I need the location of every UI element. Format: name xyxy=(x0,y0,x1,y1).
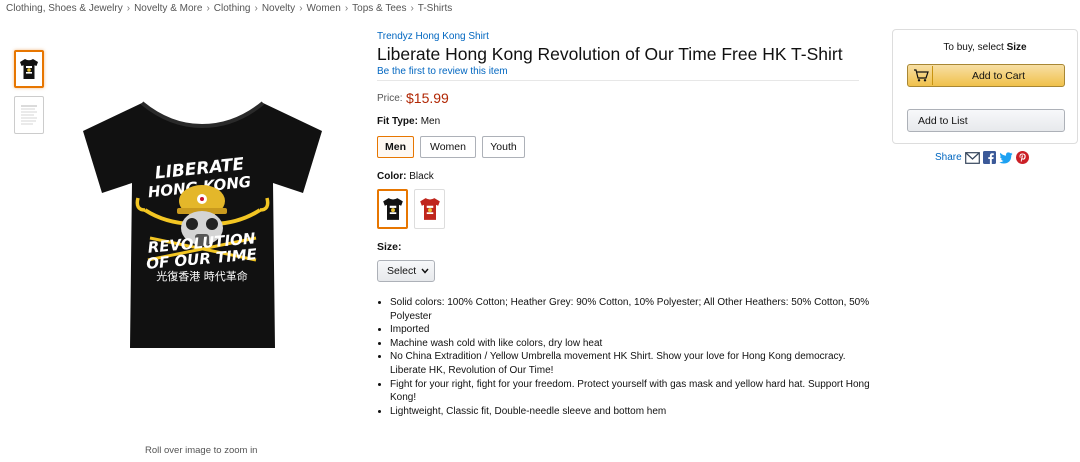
breadcrumb-item[interactable]: Novelty xyxy=(262,3,295,14)
breadcrumb-item[interactable]: Tops & Tees xyxy=(352,3,406,14)
fit-type-label: Fit Type: Men xyxy=(377,116,440,127)
feature-bullet: Imported xyxy=(390,323,878,337)
breadcrumb-separator: › xyxy=(206,3,210,14)
black-tshirt-thumb[interactable] xyxy=(14,50,44,88)
breadcrumb-item[interactable]: Clothing xyxy=(214,3,251,14)
breadcrumb: Clothing, Shoes & Jewelry › Novelty & More… xyxy=(6,3,452,14)
breadcrumb-item[interactable]: Clothing, Shoes & Jewelry xyxy=(6,3,123,14)
email-icon[interactable] xyxy=(964,151,980,164)
feature-bullets: Solid colors: 100% Cotton; Heather Grey:… xyxy=(377,296,878,418)
feature-bullet: Machine wash cold with like colors, dry … xyxy=(390,337,878,351)
feature-bullet: Lightweight, Classic fit, Double-needle … xyxy=(390,405,878,419)
fit-option-youth[interactable]: Youth xyxy=(482,136,525,158)
divider xyxy=(377,80,859,81)
fit-type-heading: Fit Type: xyxy=(377,116,418,127)
color-heading: Color: xyxy=(377,171,407,182)
price-label: Price: xyxy=(377,93,403,104)
share-label: Share xyxy=(935,152,962,163)
breadcrumb-separator: › xyxy=(344,3,349,14)
fit-option-men[interactable]: Men xyxy=(377,136,414,158)
breadcrumb-item[interactable]: Novelty & More xyxy=(134,3,202,14)
add-to-cart-button[interactable]: Add to Cart xyxy=(907,64,1065,87)
add-to-cart-label: Add to Cart xyxy=(971,69,1026,82)
main-product-image[interactable]: LIBERATE HONG KONG REVOLUTION OF OUR TIM… xyxy=(80,98,325,353)
tshirt-thumb-icon xyxy=(20,59,38,79)
product-title: Liberate Hong Kong Revolution of Our Tim… xyxy=(377,44,843,64)
breadcrumb-separator: › xyxy=(410,3,414,14)
size-dropdown[interactable]: Select xyxy=(377,260,435,282)
red-tshirt-icon xyxy=(419,198,440,220)
fit-option-women[interactable]: Women xyxy=(420,136,476,158)
cart-icon xyxy=(910,66,933,85)
breadcrumb-item[interactable]: Women xyxy=(307,3,341,14)
color-label: Color: Black xyxy=(377,171,434,182)
breadcrumb-item[interactable]: T-Shirts xyxy=(418,3,452,14)
pinterest-icon[interactable] xyxy=(1015,151,1029,164)
price-value: $15.99 xyxy=(406,90,449,106)
size-label: Size: xyxy=(377,241,402,253)
brand-link[interactable]: Trendyz Hong Kong Shirt xyxy=(377,31,489,42)
size-dropdown-value: Select xyxy=(387,265,417,277)
color-value: Black xyxy=(409,171,434,182)
chevron-down-icon xyxy=(421,266,429,276)
zoom-hint: Roll over image to zoom in xyxy=(145,445,258,456)
buy-prompt: To buy, select Size xyxy=(893,42,1077,53)
breadcrumb-separator: › xyxy=(299,3,303,14)
buy-box: To buy, select Size Add to Cart Add to L… xyxy=(892,29,1078,144)
black-tshirt-icon xyxy=(382,198,403,220)
size-chart-thumb[interactable] xyxy=(14,96,44,134)
color-swatch-black[interactable] xyxy=(377,189,408,229)
breadcrumb-separator: › xyxy=(126,3,131,14)
feature-bullet: No China Extradition / Yellow Umbrella m… xyxy=(390,350,878,377)
shirt-text-chinese: 光復香港 時代革命 xyxy=(156,269,248,283)
buy-prompt-text: To buy, select xyxy=(943,42,1007,53)
facebook-icon[interactable] xyxy=(982,151,996,164)
buy-prompt-size: Size xyxy=(1006,42,1027,53)
color-swatch-red[interactable] xyxy=(414,189,445,229)
breadcrumb-separator: › xyxy=(254,3,258,14)
feature-bullet: Solid colors: 100% Cotton; Heather Grey:… xyxy=(390,296,878,323)
feature-bullet: Fight for your right, fight for your fre… xyxy=(390,378,878,405)
review-link[interactable]: Be the first to review this item xyxy=(377,66,508,77)
size-chart-icon xyxy=(19,102,39,128)
twitter-icon[interactable] xyxy=(998,151,1013,164)
add-to-list-button[interactable]: Add to List xyxy=(907,109,1065,132)
share-bar: Share xyxy=(935,151,1029,164)
fit-type-value: Men xyxy=(420,116,441,127)
